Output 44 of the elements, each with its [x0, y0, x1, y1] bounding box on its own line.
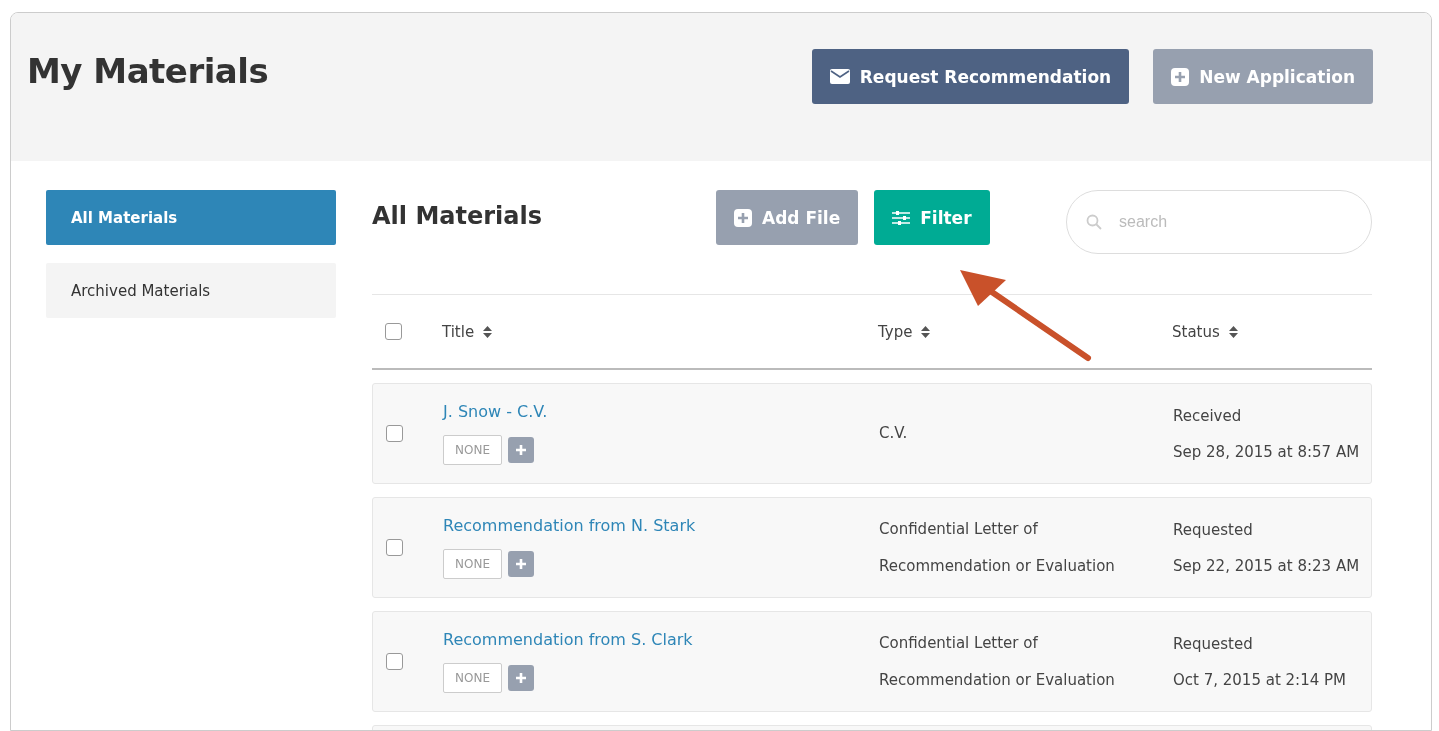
sidebar-item[interactable]: All Materials	[46, 190, 336, 245]
type-text: Confidential Letter of Recommendation or Evaluation	[879, 632, 1116, 691]
add-tag-button[interactable]	[508, 665, 534, 691]
plus-icon	[516, 445, 526, 455]
sort-icon[interactable]	[483, 324, 493, 339]
column-header[interactable]: Title	[442, 322, 475, 341]
column-header[interactable]: Type	[878, 322, 913, 341]
mail-icon	[829, 69, 850, 84]
header-button[interactable]: Request Recommendation	[811, 49, 1130, 104]
date-text: Oct 7, 2015 at 2:14 PM	[1173, 670, 1346, 689]
plus-icon	[734, 208, 752, 227]
type-text: C.V.	[879, 423, 908, 444]
plus-icon	[1171, 67, 1190, 86]
date-text: Sep 28, 2015 at 8:57 AM	[1173, 442, 1360, 461]
sidebar-item[interactable]: Archived Materials	[46, 263, 336, 318]
tag-label[interactable]: NONE	[443, 435, 502, 465]
material-title-link[interactable]: J. Snow - C.V.	[443, 402, 548, 421]
add-tag-button[interactable]	[508, 437, 534, 463]
sort-icon[interactable]	[921, 324, 931, 339]
status-text: Requested	[1173, 634, 1253, 653]
row-checkbox[interactable]	[386, 539, 403, 556]
type-text: Confidential Letter of Recommendation or Evaluation	[879, 518, 1116, 577]
date-text: Sep 22, 2015 at 8:23 AM	[1173, 556, 1360, 575]
add-tag-button[interactable]	[508, 551, 534, 577]
tag-label[interactable]: NONE	[443, 549, 502, 579]
select-all-checkbox[interactable]	[385, 323, 402, 340]
material-title-link[interactable]: Recommendation from N. Stark	[443, 516, 696, 535]
search-icon	[1086, 214, 1102, 230]
sliders-icon	[892, 209, 911, 226]
status-text: Received	[1173, 406, 1242, 425]
material-title-link[interactable]: Recommendation from S. Clark	[443, 630, 693, 649]
sort-icon[interactable]	[1228, 324, 1238, 339]
plus-icon	[516, 673, 526, 683]
column-header[interactable]: Status	[1172, 322, 1220, 341]
page-title: My Materials	[27, 51, 269, 91]
section-title: All Materials	[372, 202, 543, 230]
row-checkbox[interactable]	[386, 653, 403, 670]
search-field[interactable]: search	[1066, 190, 1372, 254]
plus-icon	[516, 559, 526, 569]
toolbar-button[interactable]: Filter	[874, 190, 990, 245]
row-checkbox[interactable]	[386, 425, 403, 442]
status-text: Requested	[1173, 520, 1253, 539]
toolbar-button[interactable]: Add File	[716, 190, 859, 245]
tag-label[interactable]: NONE	[443, 663, 502, 693]
